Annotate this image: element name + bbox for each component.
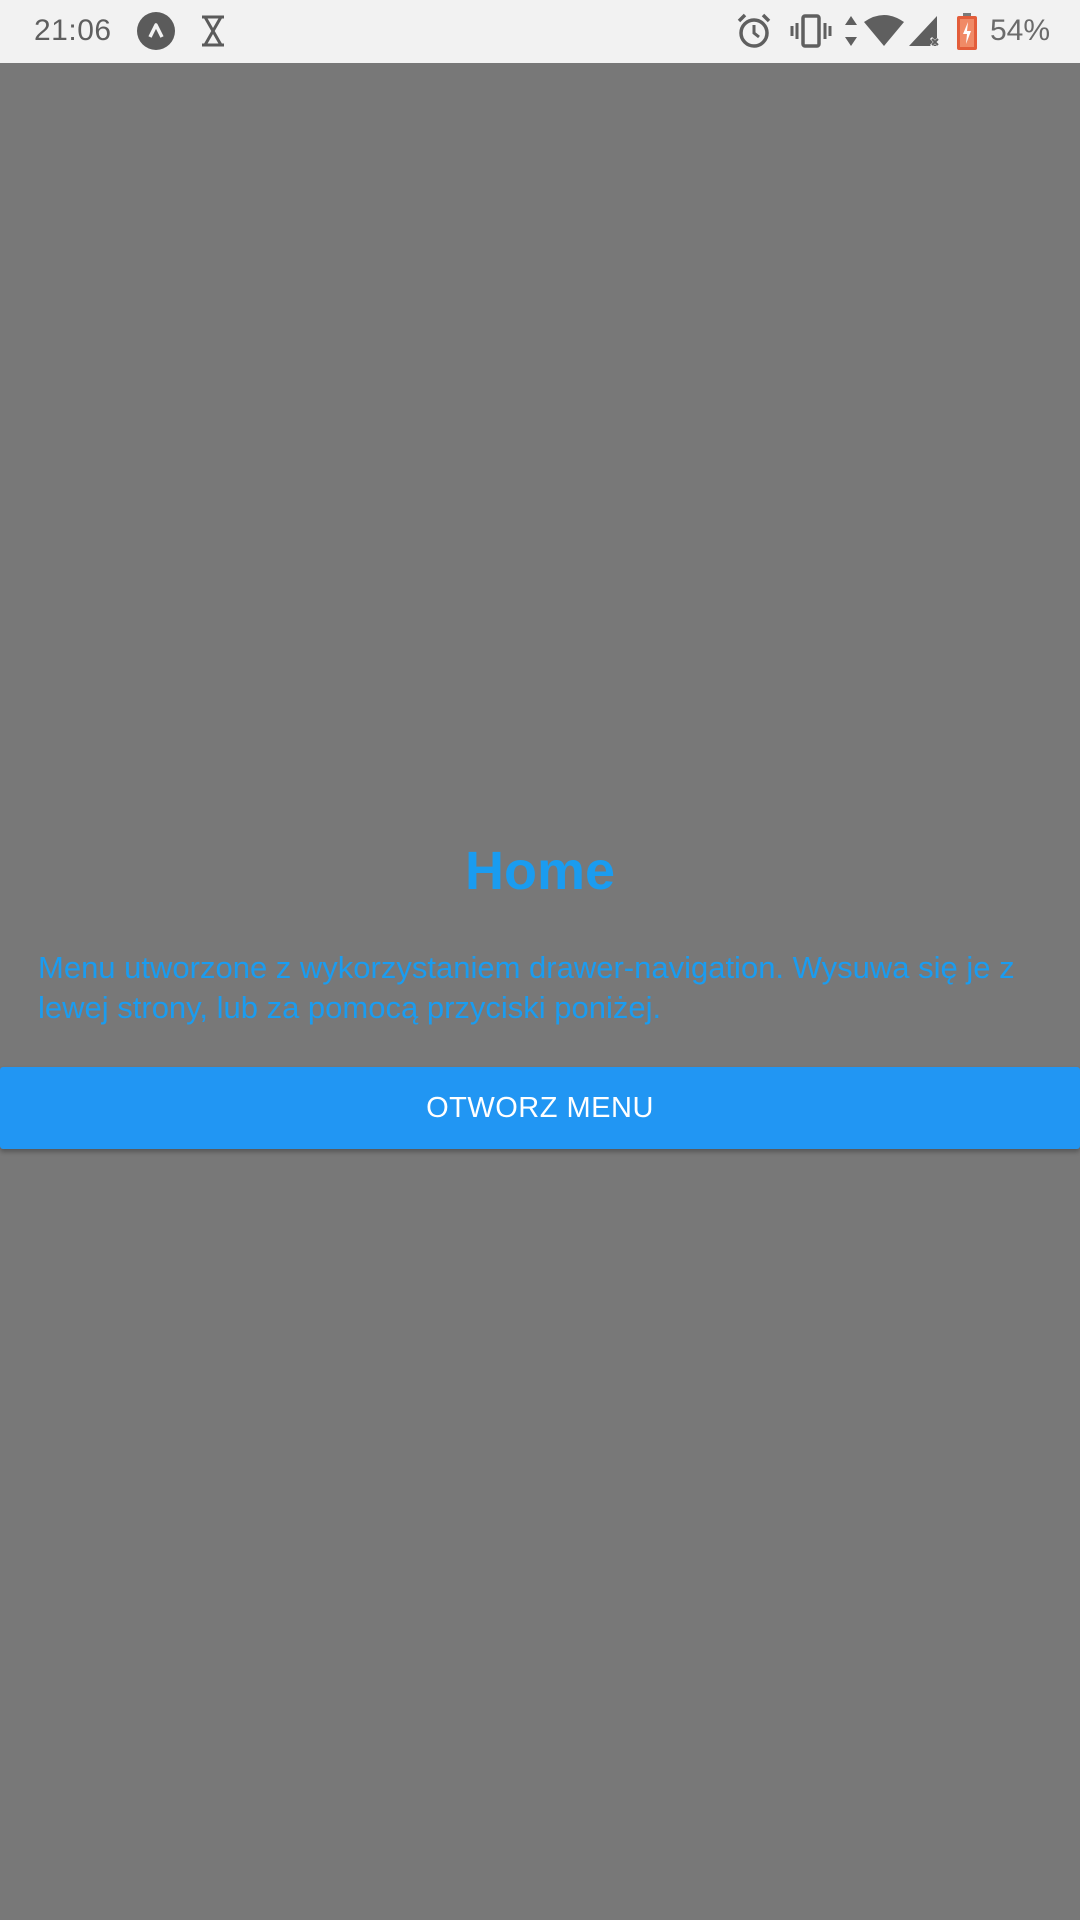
battery-icon [955, 12, 979, 57]
page-title: Home [464, 841, 616, 901]
vibrate-icon [790, 12, 832, 55]
status-bar: 21:06 54% [0, 0, 1080, 63]
app-notification-icon [137, 12, 175, 50]
open-menu-button[interactable]: OTWORZ MENU [0, 1067, 1080, 1149]
hourglass-icon [199, 14, 227, 48]
wifi-icon [862, 12, 906, 55]
alarm-icon [736, 12, 772, 55]
data-arrows-icon [843, 12, 859, 55]
page-description: Menu utworzone z wykorzystaniem drawer-n… [38, 950, 1015, 1025]
battery-percent: 54% [990, 14, 1051, 47]
status-time: 21:06 [34, 14, 112, 47]
cell-signal-icon [907, 12, 943, 55]
